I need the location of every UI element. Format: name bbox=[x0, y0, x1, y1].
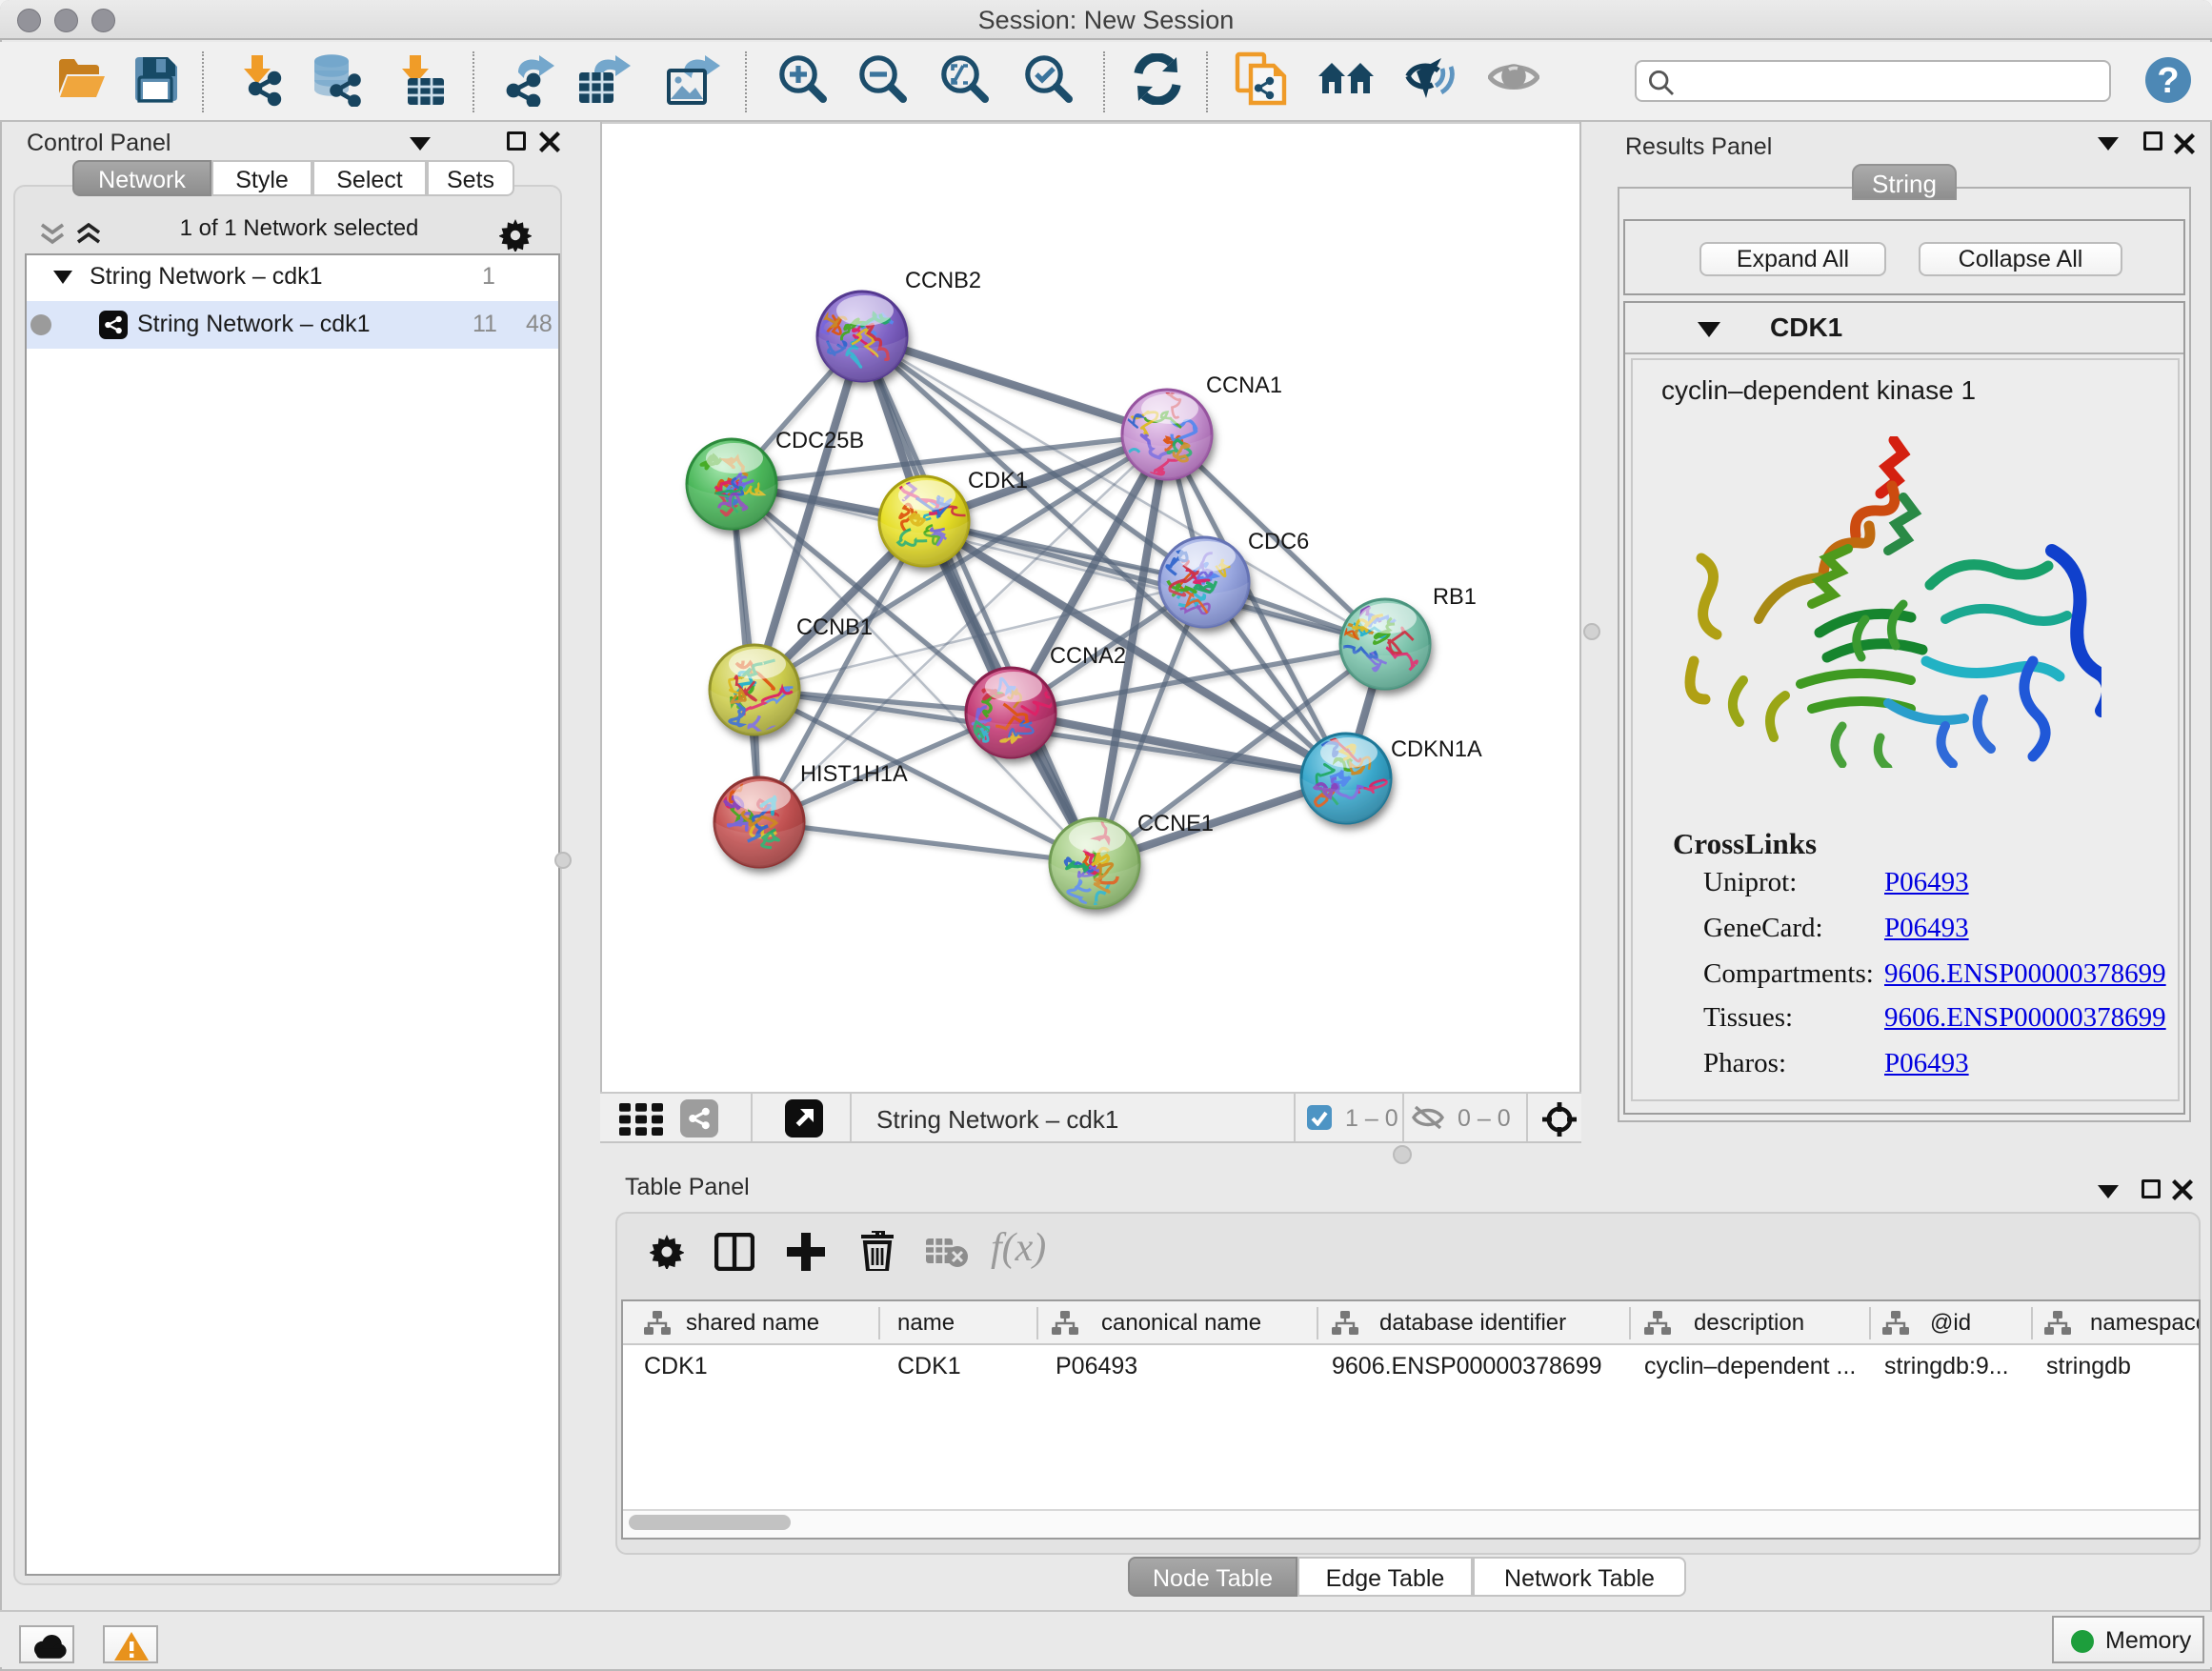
svg-text:CCNB2: CCNB2 bbox=[905, 269, 981, 293]
svg-text:CCNA2: CCNA2 bbox=[1050, 644, 1126, 669]
svg-text:CCNB1: CCNB1 bbox=[796, 615, 873, 640]
svg-text:?: ? bbox=[2157, 61, 2179, 101]
svg-text:CDK1: CDK1 bbox=[968, 469, 1028, 493]
svg-text:CDKN1A: CDKN1A bbox=[1391, 737, 1482, 762]
svg-text:HIST1H1A: HIST1H1A bbox=[800, 762, 908, 787]
svg-text:CDC25B: CDC25B bbox=[775, 429, 864, 453]
svg-text:CDC6: CDC6 bbox=[1248, 530, 1309, 554]
svg-text:CCNA1: CCNA1 bbox=[1206, 373, 1282, 398]
svg-text:CCNE1: CCNE1 bbox=[1137, 812, 1214, 836]
svg-text:RB1: RB1 bbox=[1433, 585, 1477, 610]
